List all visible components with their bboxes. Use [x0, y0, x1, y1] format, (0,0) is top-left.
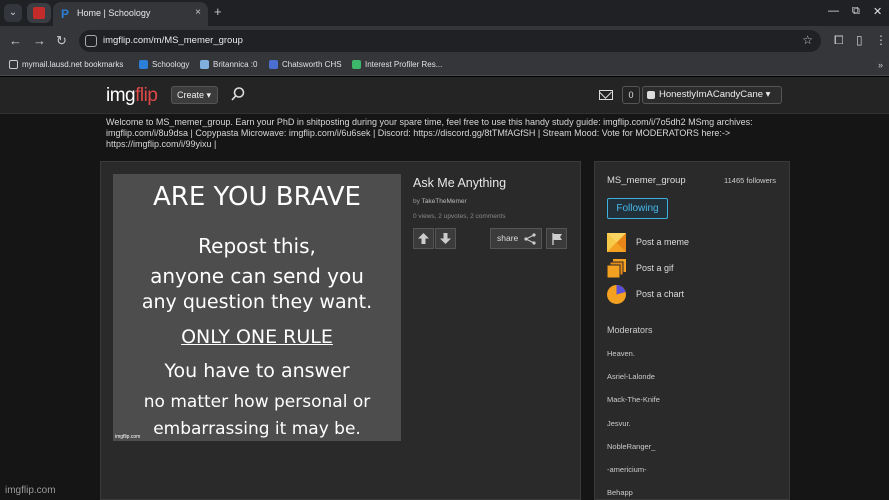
notification-count[interactable]: 0: [622, 86, 640, 104]
tab-search-chevron-icon[interactable]: ⌄: [4, 4, 22, 22]
search-icon[interactable]: [230, 86, 246, 102]
user-avatar-icon: [647, 91, 655, 99]
share-icon: [524, 233, 536, 245]
imgflip-favicon-icon: [33, 7, 45, 19]
down-arrow-icon: [440, 233, 451, 244]
image-watermark: imgflip.com: [115, 434, 141, 440]
profiler-icon: [352, 60, 361, 69]
mail-icon[interactable]: [599, 90, 613, 100]
browser-toolbar: ← → ↻ imgflip.com/m/MS_memer_group ☆ ⧠ ▯…: [0, 26, 889, 56]
bookmarks-more-icon[interactable]: »: [878, 60, 883, 70]
browser-tab-bar: ⌄ P Home | Schoology × + — ⧉ ✕: [0, 0, 889, 26]
create-button[interactable]: Create ▾: [171, 86, 218, 104]
minimize-button[interactable]: —: [828, 5, 839, 17]
page-content: imgflip Create ▾ 0 HonestlyImACandyCane …: [0, 77, 889, 500]
moderator-link[interactable]: NobleRanger_: [607, 442, 655, 451]
bookmarks-bar: mymail.lausd.net bookmarks Schoology Bri…: [0, 56, 889, 76]
post-stats: 0 views, 2 upvotes, 2 comments: [413, 213, 506, 220]
share-button[interactable]: share: [490, 228, 542, 249]
tab-imgflip[interactable]: [27, 3, 51, 23]
tab-title: Home | Schoology: [77, 8, 151, 18]
meme-text: anyone can send you: [150, 264, 364, 288]
address-url[interactable]: imgflip.com/m/MS_memer_group: [103, 35, 243, 46]
tab-close-icon[interactable]: ×: [195, 7, 201, 18]
site-info-icon[interactable]: [85, 35, 97, 47]
moderator-link[interactable]: Behapp: [607, 488, 633, 497]
post-author-link[interactable]: TakeTheMemer: [422, 198, 467, 205]
downvote-button[interactable]: [435, 228, 456, 249]
bookmark-item[interactable]: Interest Profiler Res...: [352, 60, 442, 69]
post-gif-icon: [607, 258, 626, 278]
post-chart-icon: [607, 284, 626, 304]
address-bar[interactable]: imgflip.com/m/MS_memer_group ☆: [79, 30, 821, 52]
new-tab-button[interactable]: +: [214, 4, 222, 19]
stream-name[interactable]: MS_memer_group: [607, 175, 686, 186]
post-chart-link[interactable]: Post a chart: [607, 284, 684, 304]
stream-description: Welcome to MS_memer_group. Earn your PhD…: [106, 117, 753, 149]
post-card: ARE YOU BRAVE Repost this, anyone can se…: [100, 161, 581, 500]
bookmark-star-icon[interactable]: ☆: [802, 33, 813, 47]
meme-image[interactable]: ARE YOU BRAVE Repost this, anyone can se…: [113, 174, 401, 441]
moderator-link[interactable]: -americium-: [607, 465, 647, 474]
close-window-button[interactable]: ✕: [873, 5, 882, 18]
folder-icon: [9, 60, 18, 69]
bookmark-item[interactable]: Chatsworth CHS: [269, 60, 342, 69]
moderator-link[interactable]: Asriel-Lalonde: [607, 372, 655, 381]
reload-icon[interactable]: ↻: [56, 33, 67, 49]
bookmark-item[interactable]: Schoology: [139, 60, 189, 69]
meme-text: ONLY ONE RULE: [181, 326, 333, 348]
forward-arrow-icon[interactable]: →: [33, 33, 46, 48]
sidebar-panel-icon[interactable]: ▯: [856, 33, 863, 47]
post-gif-link[interactable]: Post a gif: [607, 258, 674, 278]
meme-text: ARE YOU BRAVE: [153, 182, 361, 212]
extensions-icon[interactable]: ⧠: [834, 33, 844, 48]
footer-watermark: imgflip.com: [5, 485, 56, 496]
imgflip-logo[interactable]: imgflip: [106, 85, 158, 107]
meme-text: Repost this,: [198, 234, 316, 258]
menu-dots-icon[interactable]: ⋮: [875, 33, 887, 47]
moderator-link[interactable]: Heaven.: [607, 349, 635, 358]
schoology-favicon-icon: P: [61, 7, 70, 21]
restore-button[interactable]: ⧉: [852, 5, 860, 18]
flag-button[interactable]: [546, 228, 567, 249]
site-header: imgflip Create ▾ 0 HonestlyImACandyCane …: [0, 77, 889, 114]
flag-icon: [552, 233, 562, 245]
moderators-header: Moderators: [607, 325, 653, 335]
meme-text: no matter how personal or: [143, 392, 371, 412]
back-arrow-icon[interactable]: ←: [9, 33, 22, 48]
schoology-icon: [139, 60, 148, 69]
britannica-icon: [200, 60, 209, 69]
bookmark-item[interactable]: Britannica :0: [200, 60, 257, 69]
meme-text: any question they want.: [141, 291, 373, 313]
up-arrow-icon: [418, 233, 429, 244]
tab-schoology[interactable]: P Home | Schoology ×: [53, 2, 208, 26]
meme-text: You have to answer: [164, 360, 350, 382]
moderator-link[interactable]: Jesvur.: [607, 419, 631, 428]
post-meme-link[interactable]: Post a meme: [607, 232, 689, 252]
post-meme-icon: [607, 232, 626, 252]
user-menu-button[interactable]: HonestlyImACandyCane ▾: [642, 86, 782, 104]
following-button[interactable]: Following: [607, 198, 668, 219]
stream-sidebar: MS_memer_group 11465 followers Following…: [594, 161, 790, 500]
moderator-link[interactable]: Mack-The-Knife: [607, 395, 660, 404]
post-author-line: by TakeTheMemer: [413, 198, 467, 205]
meme-text: embarrassing it may be.: [153, 419, 361, 439]
bookmark-item[interactable]: mymail.lausd.net bookmarks: [9, 60, 123, 69]
upvote-button[interactable]: [413, 228, 434, 249]
post-title[interactable]: Ask Me Anything: [413, 176, 506, 190]
followers-count: 11465 followers: [724, 176, 776, 185]
school-icon: [269, 60, 278, 69]
